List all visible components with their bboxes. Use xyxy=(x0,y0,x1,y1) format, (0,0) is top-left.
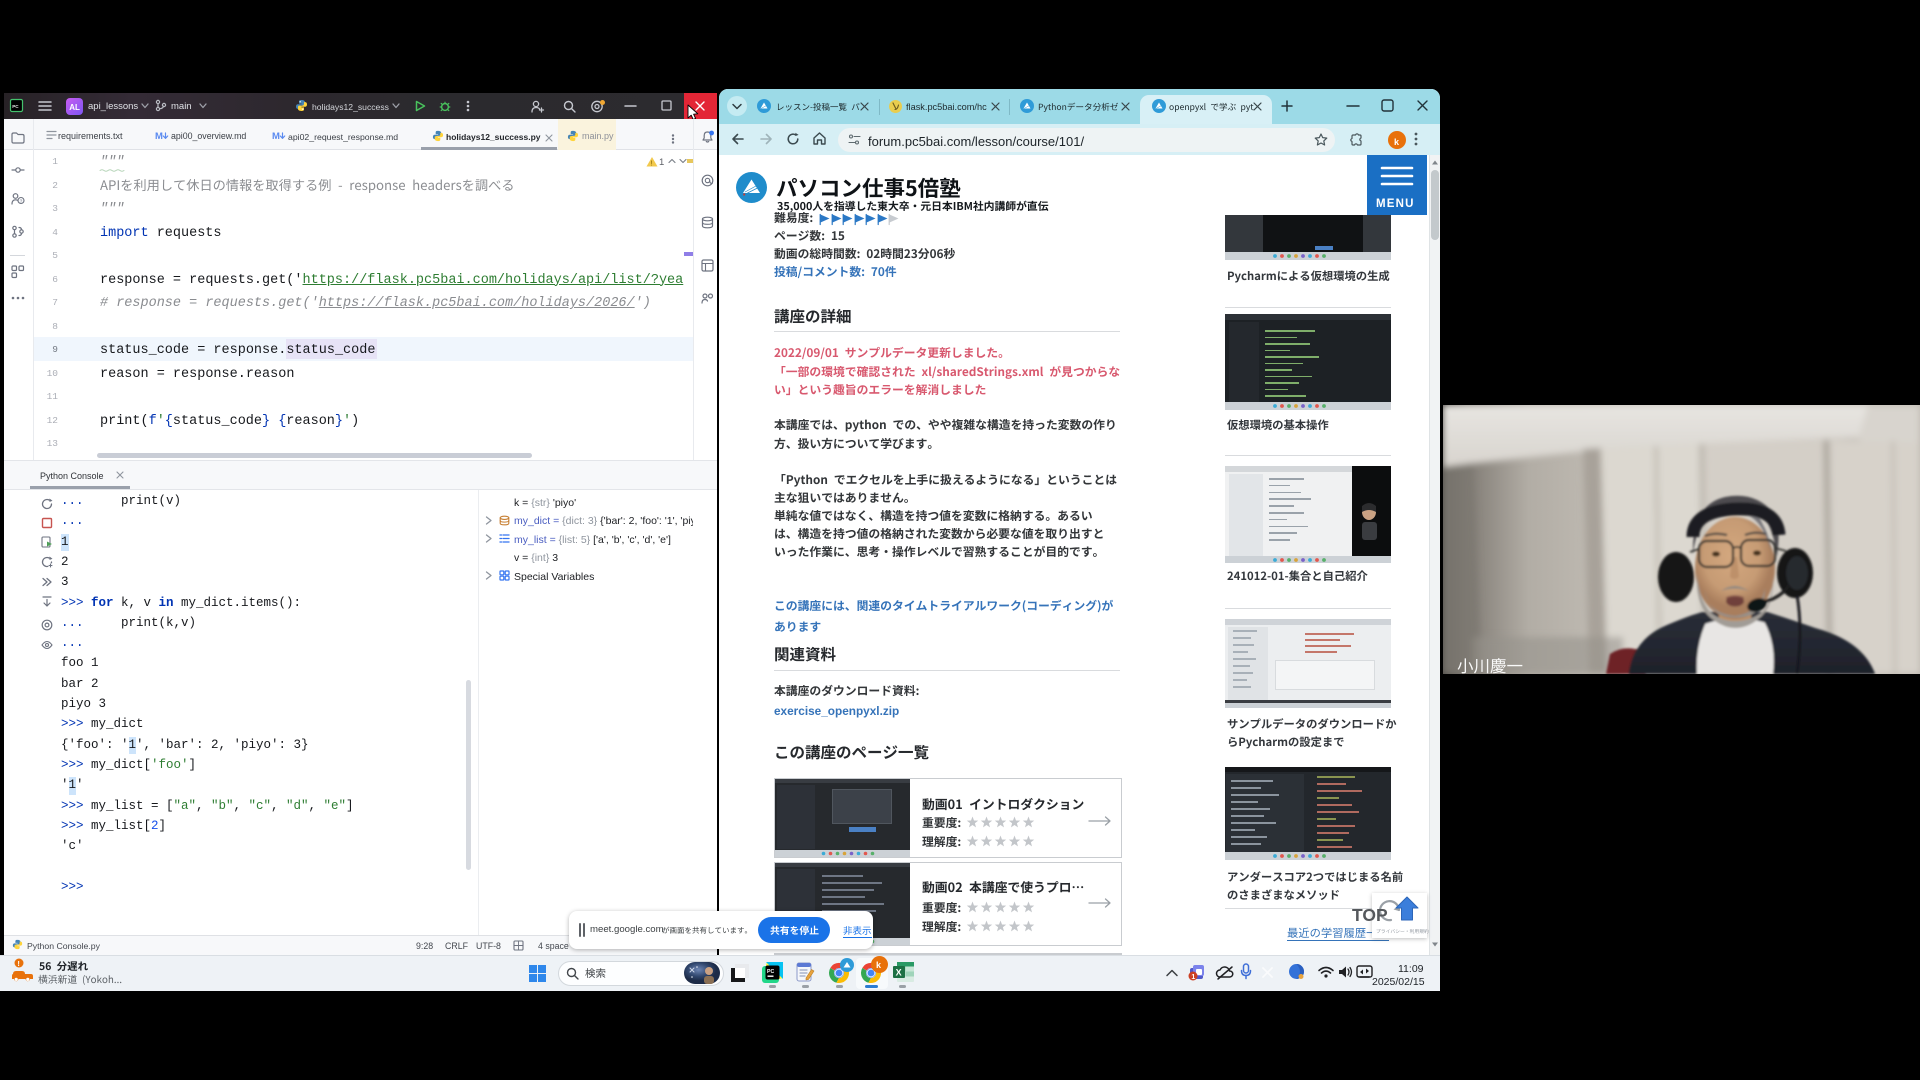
svg-text:1: 1 xyxy=(1191,974,1195,981)
svg-text:M: M xyxy=(272,131,280,142)
svg-text:PC: PC xyxy=(767,969,774,975)
svg-text:!: ! xyxy=(17,959,20,968)
svg-text:X: X xyxy=(896,967,902,977)
svg-text:!: ! xyxy=(651,161,653,168)
svg-text:M: M xyxy=(155,131,163,142)
